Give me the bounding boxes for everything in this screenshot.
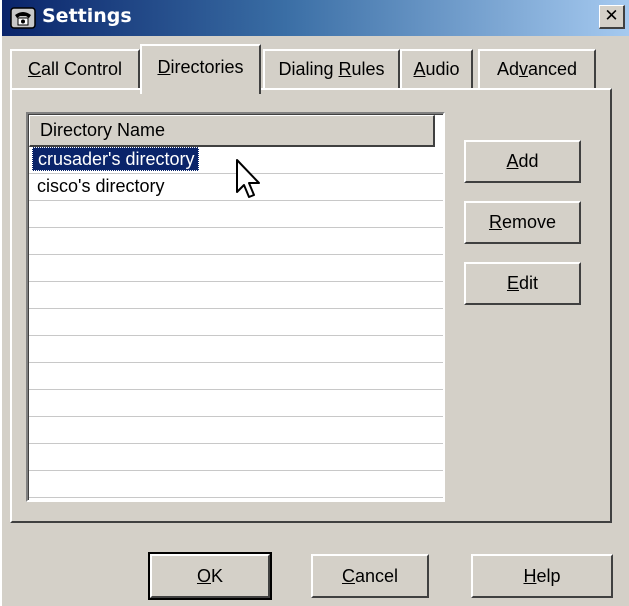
tab-audio[interactable]: Audio (400, 49, 473, 89)
mouse-cursor-icon (236, 159, 260, 198)
empty-row (29, 417, 443, 444)
add-button[interactable]: Add (464, 140, 581, 183)
list-item-label: cisco's directory (37, 176, 165, 196)
empty-row (29, 201, 443, 228)
tab-call-control[interactable]: Call Control (10, 49, 140, 89)
empty-row (29, 363, 443, 390)
close-button[interactable]: ✕ (599, 5, 625, 29)
help-button[interactable]: Help (471, 554, 613, 598)
cancel-button[interactable]: Cancel (311, 554, 429, 598)
window-title: Settings (42, 5, 132, 27)
tab-directories[interactable]: Directories (140, 44, 261, 94)
ok-button[interactable]: OK (148, 552, 272, 600)
empty-row (29, 282, 443, 309)
empty-row (29, 336, 443, 363)
tab-dialing-rules[interactable]: Dialing Rules (263, 49, 400, 89)
empty-row (29, 228, 443, 255)
close-icon: ✕ (604, 6, 619, 26)
empty-row (29, 390, 443, 417)
column-header-directory-name[interactable]: Directory Name (29, 115, 435, 147)
settings-dialog: Settings ✕ Call Control Directories Dial… (0, 0, 629, 606)
remove-button[interactable]: Remove (464, 201, 581, 244)
tab-advanced[interactable]: Advanced (478, 49, 596, 89)
empty-row (29, 309, 443, 336)
empty-row (29, 471, 443, 498)
edit-button[interactable]: Edit (464, 262, 581, 305)
empty-row (29, 444, 443, 471)
telephone-icon (10, 7, 36, 29)
empty-row (29, 255, 443, 282)
title-bar[interactable]: Settings ✕ (2, 0, 629, 36)
list-item-label: crusader's directory (32, 147, 199, 171)
